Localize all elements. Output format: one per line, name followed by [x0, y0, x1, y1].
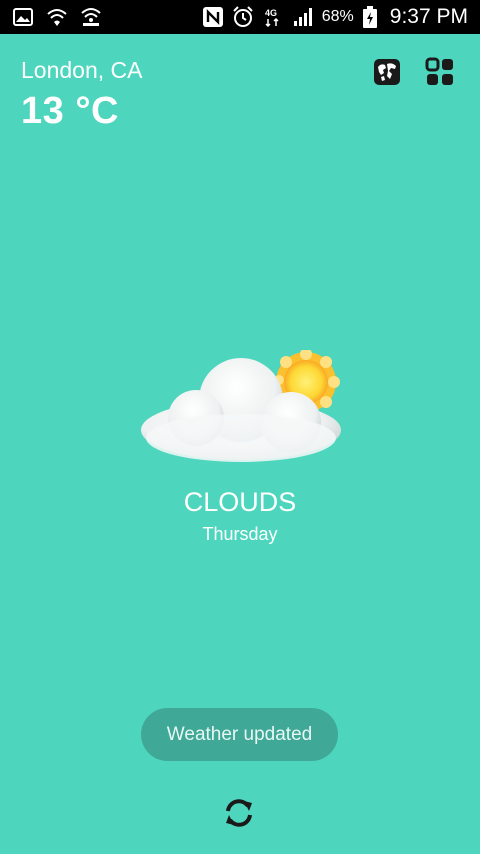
- battery-percent: 68%: [321, 8, 354, 25]
- hotspot-icon: [81, 8, 101, 26]
- weather-day: Thursday: [202, 524, 278, 544]
- world-map-icon[interactable]: [373, 58, 401, 86]
- gallery-icon: [13, 8, 33, 26]
- clock: 9:37 PM: [389, 5, 468, 28]
- status-bar: 4G 68% 9:37 PM: [0, 0, 480, 34]
- alarm-icon: [233, 6, 253, 27]
- temperature-value: 13 °C: [21, 90, 119, 132]
- refresh-icon[interactable]: [222, 796, 256, 830]
- grid-menu-icon[interactable]: [424, 56, 456, 88]
- 4g-icon: 4G: [265, 8, 279, 28]
- signal-icon: [293, 8, 312, 26]
- svg-text:4G: 4G: [265, 8, 277, 18]
- toast-message: Weather updated: [141, 708, 338, 761]
- wifi-icon: [47, 9, 67, 26]
- battery-charging-icon: [362, 6, 377, 28]
- location-label: London, CA: [21, 57, 143, 83]
- nfc-icon: [202, 7, 223, 27]
- toast-text: Weather updated: [166, 723, 313, 745]
- cloud-sun-icon: [141, 350, 341, 462]
- weather-condition: CLOUDS: [183, 487, 297, 517]
